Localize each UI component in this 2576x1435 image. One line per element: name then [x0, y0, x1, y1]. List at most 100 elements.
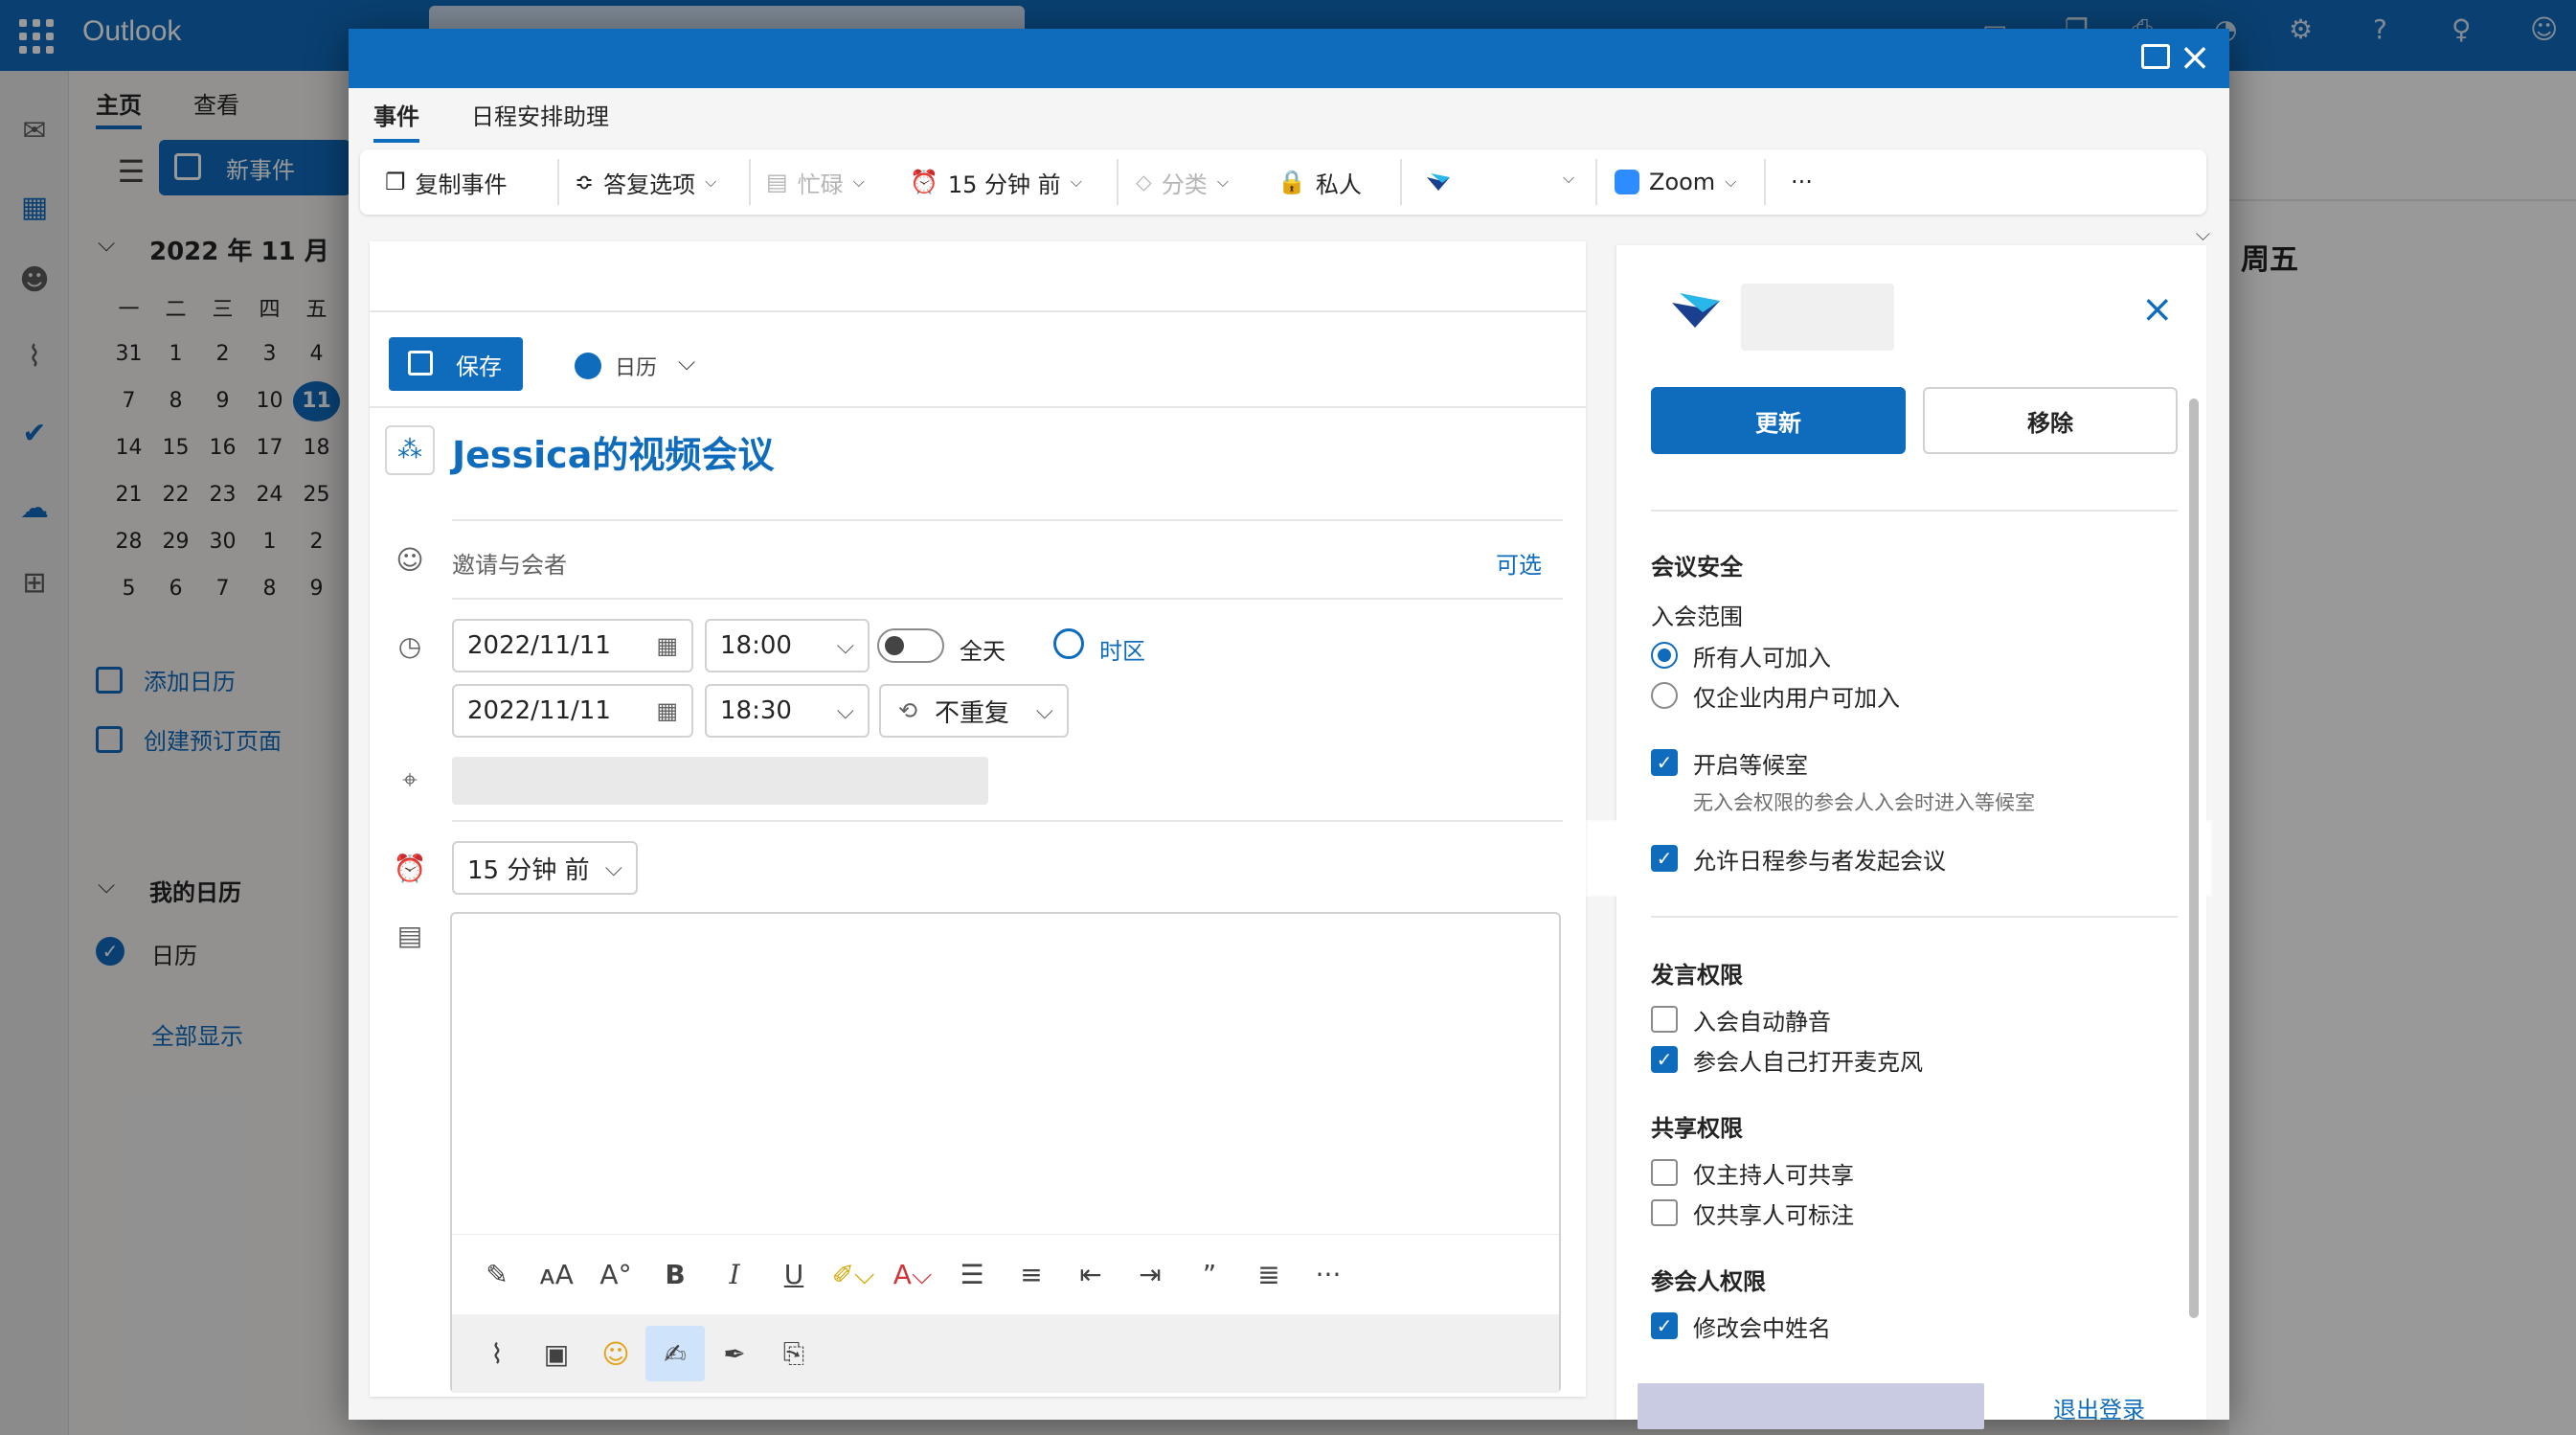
end-date-field[interactable]: 2022/11/11 ▦ [452, 684, 693, 738]
image-icon[interactable]: ▣ [527, 1326, 586, 1381]
waiting-room-option[interactable]: ✓ 开启等候室 [1651, 745, 1808, 780]
align-icon[interactable]: ≣ [1239, 1259, 1299, 1290]
font-grow-icon[interactable]: A° [586, 1259, 645, 1290]
addin-button[interactable] [1425, 149, 1452, 215]
more-format-icon[interactable]: ··· [1299, 1259, 1358, 1290]
addin-logo-icon [1672, 293, 1720, 328]
remove-button[interactable]: 移除 [1923, 387, 2178, 454]
italic-icon[interactable]: I [705, 1259, 764, 1290]
calendar-picker-icon[interactable]: ▦ [656, 632, 678, 659]
checkbox-checked[interactable]: ✓ [1651, 1312, 1678, 1339]
calendar-color-dot [575, 353, 601, 379]
join-option-everyone[interactable]: 所有人可加入 [1651, 638, 1831, 672]
format-painter-icon[interactable]: ✎ [467, 1259, 527, 1290]
divider [452, 598, 1563, 600]
optional-link[interactable]: 可选 [1496, 546, 1542, 580]
update-button[interactable]: 更新 [1651, 387, 1906, 454]
join-scope-label: 入会范围 [1651, 604, 1743, 630]
insert-toolbar: ⌇ ▣ ☺ ✍ ✒ ⎘ [452, 1314, 1559, 1393]
allow-start-option[interactable]: ✓ 允许日程参与者发起会议 [1651, 841, 1946, 876]
reminder-dropdown[interactable]: 15 分钟 前 ⌵ [452, 841, 638, 895]
font-size-icon[interactable]: ᴀA [527, 1259, 586, 1290]
options-icon: ≎ [575, 169, 595, 195]
close-icon[interactable]: × [2176, 34, 2214, 80]
numbered-list-icon[interactable]: ≡ [1002, 1259, 1061, 1290]
globe-icon[interactable] [1053, 628, 1084, 659]
auto-mute-option[interactable]: 入会自动静音 [1651, 1002, 1831, 1036]
scrollbar[interactable] [2189, 399, 2199, 1318]
all-day-toggle[interactable] [877, 628, 944, 663]
event-title[interactable]: Jessica的视频会议 [452, 425, 774, 478]
font-color-icon[interactable]: A⌵ [883, 1259, 942, 1291]
checkbox-unchecked[interactable] [1651, 1159, 1678, 1186]
speak-permission-heading: 发言权限 [1651, 962, 1743, 989]
alarm-icon: ⏰ [393, 852, 427, 884]
end-time-value: 18:30 [720, 696, 792, 725]
checkbox-checked[interactable]: ✓ [1651, 845, 1678, 872]
repeat-dropdown[interactable]: ⟲ 不重复 ⌵ [879, 684, 1069, 738]
attach-icon[interactable]: ⌇ [467, 1326, 527, 1381]
bold-icon[interactable]: B [645, 1259, 705, 1290]
end-time-field[interactable]: 18:30 ⌵ [705, 684, 870, 738]
radio-unselected[interactable] [1651, 682, 1678, 709]
copy-event-button[interactable]: ❐ 复制事件 [385, 149, 508, 215]
chevron-down-icon[interactable]: ⌵ [837, 632, 854, 659]
categorize-button[interactable]: ⬦ 分类 ⌵ [1136, 149, 1229, 215]
start-date-field[interactable]: 2022/11/11 ▦ [452, 619, 693, 672]
checkbox-checked[interactable]: ✓ [1651, 749, 1678, 776]
reply-options-button[interactable]: ≎ 答复选项 ⌵ [575, 149, 716, 215]
popout-icon[interactable] [2141, 44, 2170, 69]
calendar-selector[interactable]: 日历 [615, 351, 657, 381]
meeting-icon: ⁂ [385, 425, 435, 475]
location-input[interactable] [452, 757, 988, 805]
checkbox-unchecked[interactable] [1651, 1199, 1678, 1226]
busy-label: 忙碌 [797, 171, 844, 198]
increase-indent-icon[interactable]: ⇥ [1120, 1259, 1180, 1290]
chevron-down-icon: ⌵ [1035, 697, 1053, 724]
editor-icon[interactable]: ✍ [645, 1326, 705, 1381]
end-date-value: 2022/11/11 [467, 696, 611, 725]
join-option-internal[interactable]: 仅企业内用户可加入 [1651, 678, 1900, 713]
private-button[interactable]: 🔒 私人 [1277, 149, 1362, 215]
logout-link[interactable]: 退出登录 [2053, 1391, 2145, 1424]
rename-option[interactable]: ✓ 修改会中姓名 [1651, 1309, 1831, 1343]
chevron-down-icon[interactable]: ⌵ [837, 697, 854, 724]
tab-scheduling-assistant[interactable]: 日程安排助理 [471, 98, 609, 139]
divider [370, 310, 1586, 312]
sharer-annotate-option[interactable]: 仅共享人可标注 [1651, 1196, 1854, 1230]
start-time-field[interactable]: 18:00 ⌵ [705, 619, 870, 672]
chevron-down-icon: ⌵ [1070, 172, 1082, 191]
checkbox-unchecked[interactable] [1651, 1006, 1678, 1033]
highlight-icon[interactable]: ✐⌵ [824, 1259, 883, 1291]
calendar-picker-icon[interactable]: ▦ [656, 697, 678, 724]
private-label: 私人 [1315, 171, 1362, 198]
timezone-link[interactable]: 时区 [1099, 632, 1145, 666]
option-label: 参会人自己打开麦克风 [1693, 1048, 1923, 1076]
divider [1651, 916, 2178, 918]
checkbox-checked[interactable]: ✓ [1651, 1046, 1678, 1073]
waiting-room-hint: 无入会权限的参会人入会时进入等候室 [1693, 791, 2035, 814]
quote-icon[interactable]: ” [1180, 1259, 1239, 1290]
decrease-indent-icon[interactable]: ⇤ [1061, 1259, 1120, 1290]
reminder-label: 15 分钟 前 [947, 171, 1061, 198]
host-share-option[interactable]: 仅主持人可共享 [1651, 1155, 1854, 1190]
reminder-button[interactable]: ⏰ 15 分钟 前 ⌵ [910, 149, 1082, 215]
self-unmute-option[interactable]: ✓ 参会人自己打开麦克风 [1651, 1042, 1923, 1077]
busy-button[interactable]: ▤ 忙碌 ⌵ [766, 149, 865, 215]
more-options-button[interactable]: ··· [1791, 149, 1813, 215]
underline-icon[interactable]: U [764, 1259, 824, 1290]
event-body-editor[interactable]: ✎ ᴀA A° B I U ✐⌵ A⌵ ☰ ≡ ⇤ ⇥ ” ≣ ··· ⌇ ▣ … [450, 912, 1561, 1393]
template-icon[interactable]: ⎘ [764, 1326, 824, 1381]
zoom-button[interactable]: Zoom ⌵ [1615, 149, 1736, 215]
bullet-list-icon[interactable]: ☰ [942, 1259, 1002, 1290]
tab-event[interactable]: 事件 [373, 98, 419, 143]
attendees-input[interactable]: 邀请与会者 [452, 546, 567, 580]
close-icon[interactable]: × [2141, 287, 2174, 331]
chevron-down-icon[interactable]: ⌵ [2196, 222, 2210, 245]
chevron-down-icon[interactable]: ⌵ [678, 349, 695, 376]
signature-icon[interactable]: ✒ [705, 1326, 764, 1381]
emoji-icon[interactable]: ☺ [586, 1326, 645, 1381]
chevron-down-icon[interactable]: ⌵ [1563, 169, 1574, 188]
radio-selected[interactable] [1651, 642, 1678, 669]
ribbon-toolbar: ❐ 复制事件 ≎ 答复选项 ⌵ ▤ 忙碌 ⌵ ⏰ 15 分钟 前 ⌵ ⬦ 分类 ⌵ 🔒 私人 ⌵ Z… [360, 149, 2210, 245]
